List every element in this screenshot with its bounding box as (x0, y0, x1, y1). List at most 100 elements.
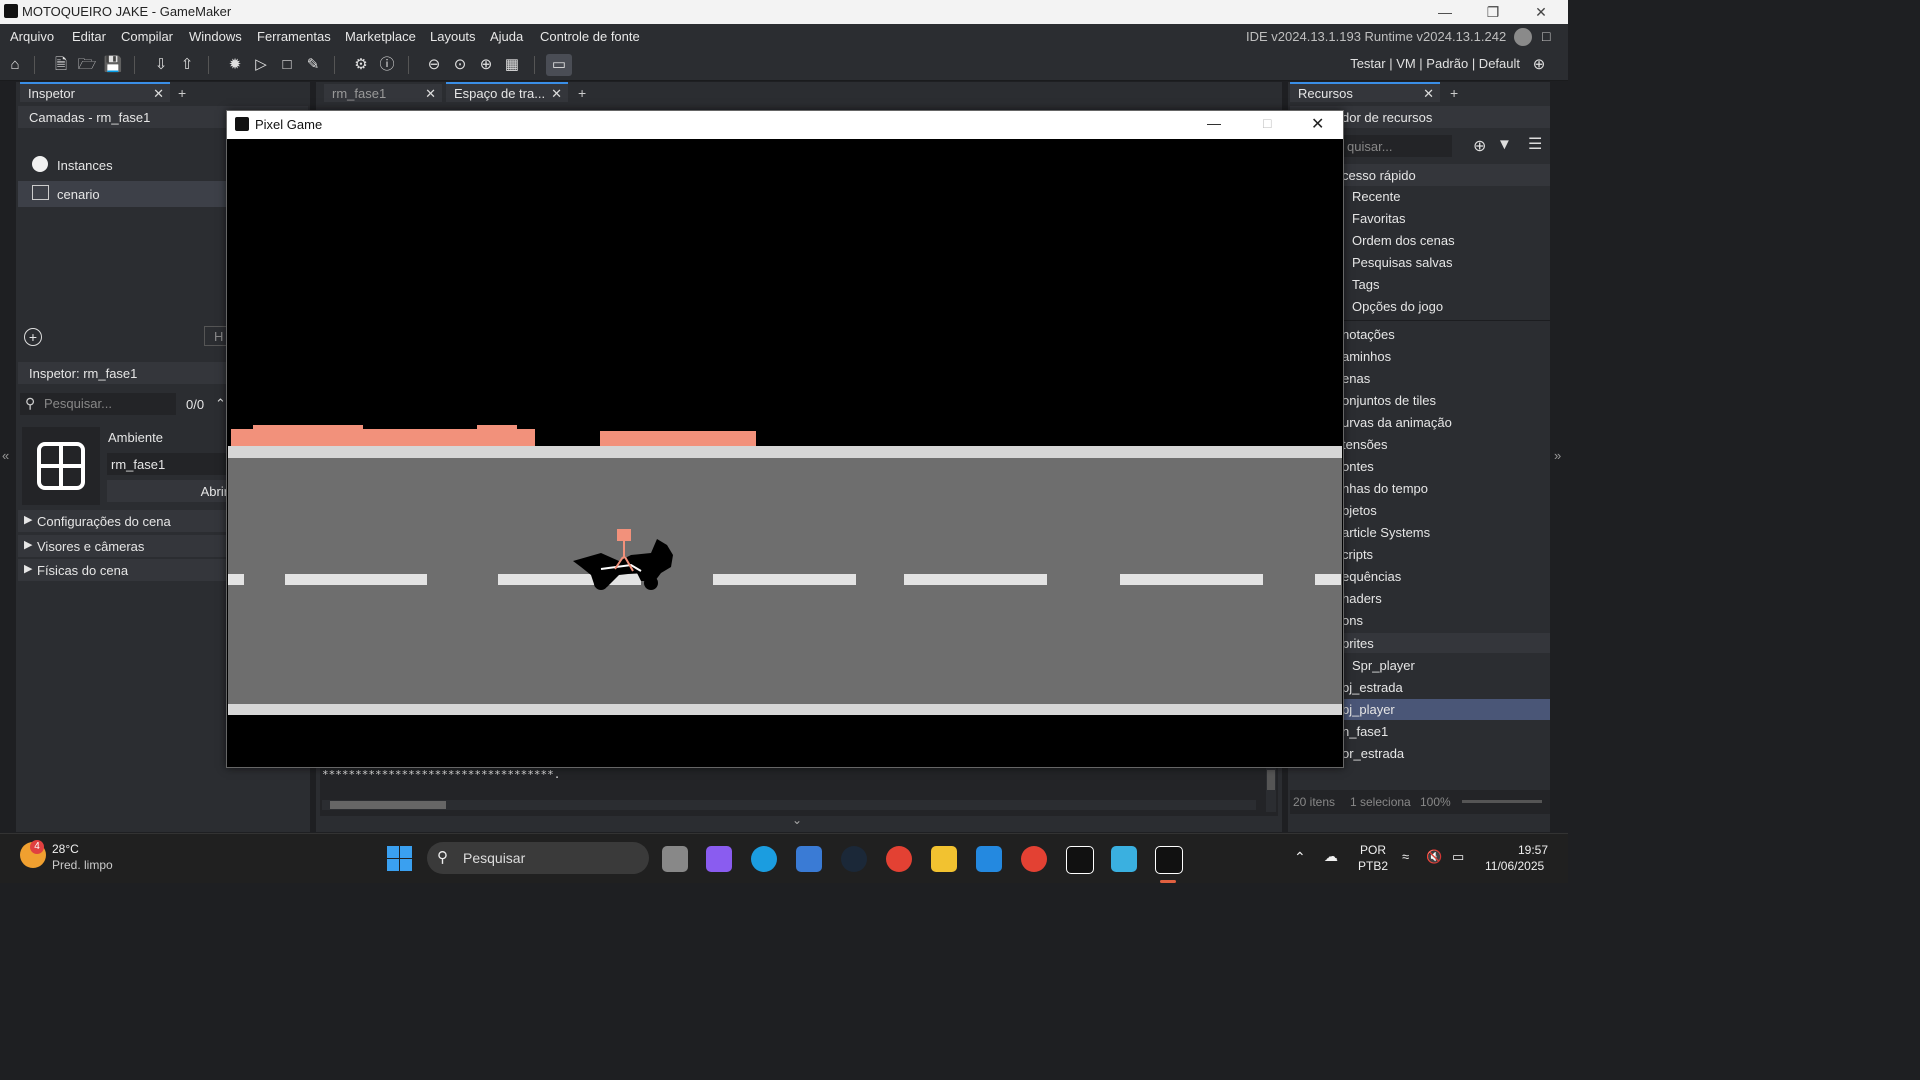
resource-item-spr-estrada[interactable]: or_estrada (1342, 746, 1404, 761)
windows-start-icon[interactable] (387, 846, 412, 871)
help-icon[interactable]: ⓘ (376, 54, 398, 76)
resource-group[interactable]: haders (1342, 591, 1382, 606)
resource-group[interactable]: ontes (1342, 459, 1374, 474)
tab-rm-fase1[interactable]: rm_fase1 ✕ (324, 82, 442, 102)
steam-icon[interactable] (841, 846, 867, 872)
menu-ferramentas[interactable]: Ferramentas (257, 29, 331, 44)
minimize-icon[interactable]: — (1207, 115, 1221, 131)
resource-group[interactable]: onjuntos de tiles (1342, 393, 1436, 408)
resource-group[interactable]: aminhos (1342, 349, 1391, 364)
clean-icon[interactable]: ✎ (302, 54, 324, 76)
expand-output-icon[interactable]: ⌄ (792, 813, 802, 827)
clock-time[interactable]: 19:57 (1518, 843, 1548, 857)
zoom-slider[interactable] (1462, 800, 1542, 803)
tab-workspace[interactable]: Espaço de tra... ✕ (446, 82, 568, 102)
chevron-up-icon[interactable]: ⌃ (215, 396, 226, 412)
menu-arquivo[interactable]: Arquivo (10, 29, 54, 44)
resource-group[interactable]: bjetos (1342, 503, 1377, 518)
quick-access-item[interactable]: Ordem dos cenas (1352, 233, 1455, 248)
chrome-profile-icon[interactable] (1021, 846, 1047, 872)
quick-access-item[interactable]: Tags (1352, 277, 1379, 292)
filter-icon[interactable]: ▼ (1497, 136, 1512, 153)
store-icon[interactable] (796, 846, 822, 872)
resource-group[interactable]: tensões (1342, 437, 1388, 452)
gamemaker-taskbar-icon[interactable] (1066, 846, 1094, 874)
add-tab-icon[interactable]: + (1450, 85, 1458, 101)
zoom-in-icon[interactable]: ⊕ (475, 54, 497, 76)
pixel-game-taskbar-icon[interactable] (1155, 846, 1183, 874)
save-icon[interactable]: 💾 (102, 54, 124, 76)
file-explorer-icon[interactable] (931, 846, 957, 872)
account-icon[interactable] (1514, 28, 1532, 46)
chat-icon[interactable]: □ (1542, 28, 1550, 44)
menu-icon[interactable]: ☰ (1528, 134, 1542, 154)
close-icon[interactable]: ✕ (1311, 114, 1324, 134)
wifi-icon[interactable]: ≈ (1402, 849, 1409, 864)
menu-layouts[interactable]: Layouts (430, 29, 476, 44)
menu-editar[interactable]: Editar (72, 29, 106, 44)
menu-compilar[interactable]: Compilar (121, 29, 173, 44)
vscode-icon[interactable] (976, 846, 1002, 872)
import-icon[interactable]: ⇩ (150, 54, 172, 76)
task-view-icon[interactable] (662, 846, 688, 872)
run-icon[interactable]: ▷ (250, 54, 272, 76)
menu-ajuda[interactable]: Ajuda (490, 29, 523, 44)
collapse-left-icon[interactable]: « (2, 448, 9, 463)
resource-item-obj-estrada[interactable]: bj_estrada (1342, 680, 1403, 695)
vertical-scrollbar[interactable] (1266, 768, 1276, 812)
close-tab-icon[interactable]: ✕ (153, 84, 164, 104)
add-tab-icon[interactable]: + (178, 85, 186, 101)
resource-group[interactable]: notações (1342, 327, 1395, 342)
stop-icon[interactable]: □ (276, 54, 298, 76)
copilot-icon[interactable] (706, 846, 732, 872)
settings-icon[interactable]: ⚙ (350, 54, 372, 76)
zoom-out-icon[interactable]: ⊖ (423, 54, 445, 76)
tab-inspetor[interactable]: Inspetor ✕ (20, 82, 170, 102)
home-icon[interactable]: ⌂ (4, 54, 26, 76)
restore-icon[interactable]: ❐ (1470, 2, 1516, 22)
quick-access-item[interactable]: Recente (1352, 189, 1400, 204)
resource-group[interactable]: cripts (1342, 547, 1373, 562)
target-crosshair-icon[interactable]: ⊕ (1528, 54, 1550, 76)
add-layer-icon[interactable]: + (24, 328, 42, 346)
resource-group[interactable]: enas (1342, 371, 1370, 386)
menu-controle-de-fonte[interactable]: Controle de fonte (540, 29, 640, 44)
zoom-reset-icon[interactable]: ⊙ (449, 54, 471, 76)
resource-group[interactable]: article Systems (1342, 525, 1430, 540)
language-label[interactable]: POR (1360, 843, 1386, 857)
resource-group[interactable]: equências (1342, 569, 1401, 584)
resource-item-rm-fase1[interactable]: n_fase1 (1342, 724, 1388, 739)
close-tab-icon[interactable]: ✕ (425, 84, 436, 104)
game-window-toggle-icon[interactable]: ▭ (546, 54, 572, 76)
tray-chevron-icon[interactable]: ⌃ (1294, 849, 1306, 866)
debug-icon[interactable]: ✹ (224, 54, 246, 76)
taskbar-search[interactable]: ⚲ Pesquisar (427, 842, 649, 874)
tab-recursos[interactable]: Recursos ✕ (1290, 82, 1440, 102)
new-project-icon[interactable]: 🗎 (50, 54, 72, 76)
inspector-search-input[interactable]: ⚲ Pesquisar... (20, 393, 176, 415)
fit-icon[interactable]: ▦ (501, 54, 523, 76)
cloud-icon[interactable]: ☁ (1324, 848, 1338, 865)
add-tab-icon[interactable]: + (578, 85, 586, 101)
close-tab-icon[interactable]: ✕ (1423, 84, 1434, 104)
resource-group[interactable]: ons (1342, 613, 1363, 628)
minimize-icon[interactable]: — (1422, 2, 1468, 22)
close-tab-icon[interactable]: ✕ (551, 84, 562, 104)
open-project-icon[interactable]: 🗁 (76, 54, 98, 76)
keyboard-layout-label[interactable]: PTB2 (1358, 859, 1388, 873)
quick-access-item[interactable]: Favoritas (1352, 211, 1405, 226)
add-resource-icon[interactable]: ⊕ (1473, 136, 1486, 156)
resource-item-spr-player[interactable]: Spr_player (1352, 658, 1415, 673)
menu-windows[interactable]: Windows (189, 29, 242, 44)
close-icon[interactable]: ✕ (1518, 2, 1564, 22)
quick-access-item[interactable]: Pesquisas salvas (1352, 255, 1452, 270)
edge-icon[interactable] (751, 846, 777, 872)
export-icon[interactable]: ⇧ (176, 54, 198, 76)
resource-item-obj-player[interactable]: bj_player (1342, 702, 1395, 717)
target-selector[interactable]: Testar | VM | Padrão | Default (1350, 56, 1520, 71)
resource-group[interactable]: nhas do tempo (1342, 481, 1428, 496)
menu-marketplace[interactable]: Marketplace (345, 29, 416, 44)
collapse-right-icon[interactable]: » (1554, 448, 1561, 463)
horizontal-scrollbar[interactable] (322, 800, 1256, 810)
clock-date[interactable]: 11/06/2025 (1485, 859, 1544, 873)
